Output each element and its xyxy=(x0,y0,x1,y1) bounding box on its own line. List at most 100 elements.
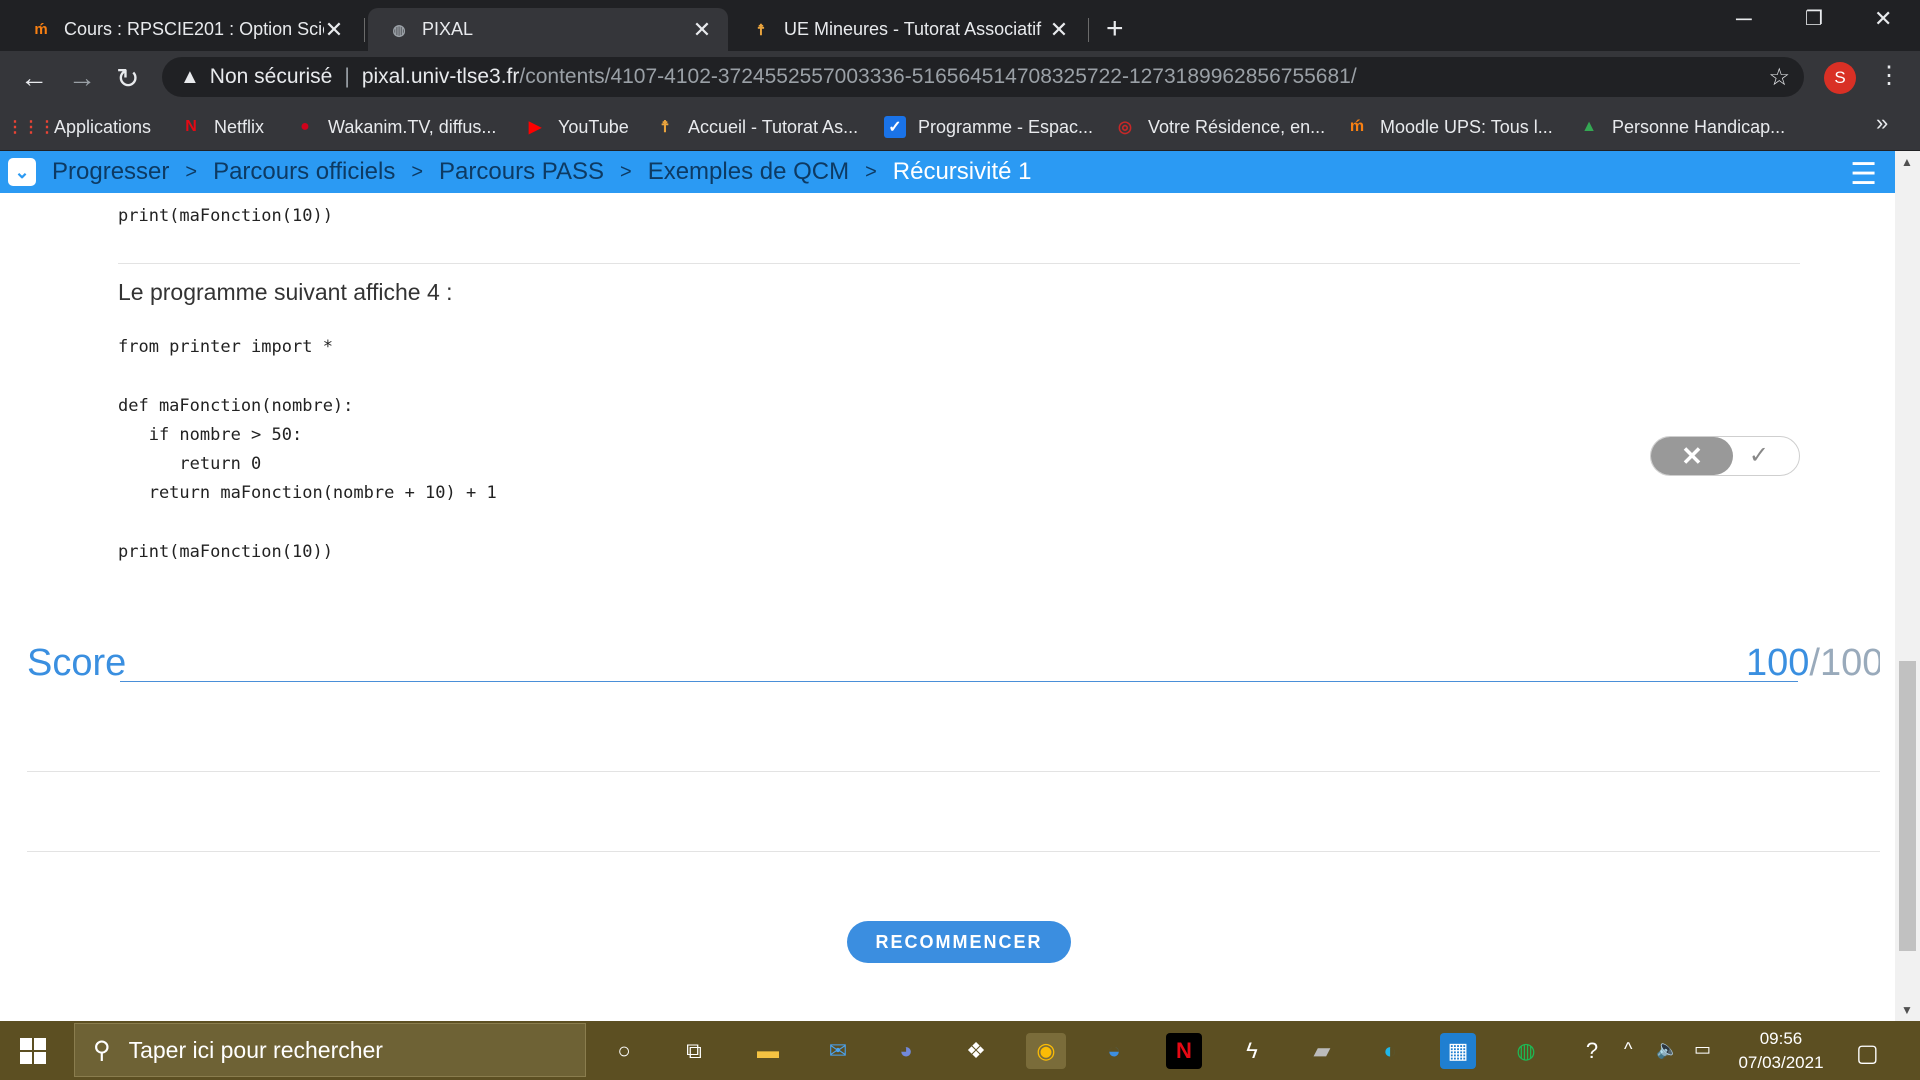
close-icon[interactable]: ✕ xyxy=(692,17,712,43)
scroll-down-icon[interactable]: ▼ xyxy=(1901,1003,1913,1017)
code-line: print(maFonction(10)) xyxy=(118,542,333,562)
profile-avatar[interactable]: S xyxy=(1824,62,1856,94)
breadcrumb-current: Récursivité 1 xyxy=(892,158,1032,185)
moodle-icon: ḿ xyxy=(34,21,48,38)
bookmark-star-icon[interactable]: ☆ xyxy=(1768,63,1790,92)
volume-icon[interactable]: 🔈 xyxy=(1656,1039,1678,1060)
bookmark-youtube[interactable]: ▶ YouTube xyxy=(524,114,629,140)
task-view-icon[interactable]: ⧉ xyxy=(676,1033,712,1069)
tab-title: PIXAL xyxy=(422,19,474,39)
apps-grid-icon: ⋮⋮⋮ xyxy=(7,119,55,136)
netflix-icon[interactable]: N xyxy=(1166,1033,1202,1069)
bookmark-label: Votre Résidence, en... xyxy=(1148,116,1326,137)
scrollbar[interactable]: ▲ ▼ xyxy=(1895,151,1920,1021)
breadcrumb-separator: > xyxy=(185,160,198,183)
youtube-icon: ▶ xyxy=(528,119,542,136)
toolbar: ← → ↻ ▲ Non sécurisé | pixal.univ-tlse3.… xyxy=(0,51,1920,104)
store-icon[interactable]: ▦ xyxy=(1440,1033,1476,1069)
bookmark-label: Personne Handicap... xyxy=(1612,116,1786,137)
system-clock[interactable]: 09:56 07/03/2021 xyxy=(1736,1027,1826,1075)
breadcrumb-separator: > xyxy=(865,160,877,183)
more-bookmarks-button[interactable]: » xyxy=(1876,110,1888,136)
tab-title: Cours : RPSCIE201 : Option Scien xyxy=(64,19,324,39)
bookmark-netflix[interactable]: N Netflix xyxy=(180,114,264,140)
bookmark-programme[interactable]: ✓ Programme - Espac... xyxy=(884,114,1093,140)
tab-divider xyxy=(364,18,365,42)
tutorat-icon: ☨ xyxy=(756,21,766,39)
bookmark-tutorat[interactable]: ☨ Accueil - Tutorat As... xyxy=(654,114,858,140)
new-tab-button[interactable]: + xyxy=(1106,12,1124,46)
tab-pixal[interactable]: ◍ PIXAL ✕ xyxy=(368,8,728,51)
close-icon[interactable]: ✕ xyxy=(1049,17,1069,43)
chrome-icon[interactable]: ◉ xyxy=(1026,1033,1066,1069)
edge-icon[interactable]: ◐ xyxy=(1372,1033,1408,1069)
code-line: from printer import * xyxy=(118,337,333,357)
file-explorer-icon[interactable]: ▬ xyxy=(750,1033,786,1069)
page-content: ⌄ Progresser > Parcours officiels > Parc… xyxy=(0,151,1920,1021)
reload-button[interactable]: ↻ xyxy=(116,62,139,95)
breadcrumb-item[interactable]: Parcours officiels xyxy=(213,158,395,186)
restart-button[interactable]: RECOMMENCER xyxy=(847,921,1071,963)
discord-icon[interactable]: ◕ xyxy=(888,1033,924,1069)
score-total: /100 xyxy=(1809,642,1880,684)
divider xyxy=(27,851,1880,852)
clock-date: 07/03/2021 xyxy=(1738,1053,1824,1072)
back-button[interactable]: ← xyxy=(20,62,48,94)
security-label[interactable]: Non sécurisé xyxy=(210,65,333,89)
windows-start-icon[interactable] xyxy=(20,1038,46,1064)
divider xyxy=(27,771,1880,772)
cortana-icon[interactable]: ○ xyxy=(606,1033,642,1069)
bookmark-residence[interactable]: ◎ Votre Résidence, en... xyxy=(1114,114,1325,140)
true-icon[interactable]: ✓ xyxy=(1749,441,1769,470)
sony-app-icon[interactable]: ϟ xyxy=(1234,1033,1270,1069)
true-false-toggle[interactable]: ✕ ✓ xyxy=(1650,436,1800,476)
drive-icon: ▲ xyxy=(1581,118,1597,135)
chevron-up-icon[interactable]: ^ xyxy=(1624,1039,1632,1060)
address-bar[interactable]: ▲ Non sécurisé | pixal.univ-tlse3.fr/con… xyxy=(162,57,1804,97)
battery-icon[interactable]: ▭ xyxy=(1694,1039,1711,1060)
bookmark-label: YouTube xyxy=(558,116,629,137)
bookmark-moodle[interactable]: ḿ Moodle UPS: Tous l... xyxy=(1346,114,1553,140)
mail-icon[interactable]: ✉ xyxy=(820,1033,856,1069)
code-line: return 0 xyxy=(118,454,262,474)
breadcrumb-separator: > xyxy=(620,160,632,183)
taskbar-search[interactable]: ⚲ Taper ici pour rechercher xyxy=(74,1023,586,1077)
tab-ue-mineures[interactable]: ☨ UE Mineures - Tutorat Associatif ✕ xyxy=(730,8,1085,51)
clock-time: 09:56 xyxy=(1759,1029,1803,1048)
search-icon: ⚲ xyxy=(93,1036,111,1064)
scroll-thumb[interactable] xyxy=(1899,661,1916,951)
minimize-button[interactable]: ─ xyxy=(1736,6,1752,32)
warning-icon[interactable]: ▲ xyxy=(180,66,200,89)
restore-button[interactable]: ❐ xyxy=(1805,6,1823,31)
help-icon[interactable]: ? xyxy=(1574,1033,1610,1069)
bookmark-label: Accueil - Tutorat As... xyxy=(688,116,859,137)
checkmark-icon: ✓ xyxy=(884,116,906,138)
tutorat-icon: ☨ xyxy=(660,119,670,136)
false-icon[interactable]: ✕ xyxy=(1651,437,1733,475)
close-window-button[interactable]: ✕ xyxy=(1874,6,1892,32)
breadcrumb-item[interactable]: Exemples de QCM xyxy=(648,158,849,186)
hamburger-menu-icon[interactable]: ☰ xyxy=(1850,157,1877,192)
bookmark-applications[interactable]: ⋮⋮⋮ Applications xyxy=(7,114,151,140)
close-icon[interactable]: ✕ xyxy=(324,17,344,43)
hard-drive-icon[interactable]: ▰ xyxy=(1304,1033,1340,1069)
scroll-up-icon[interactable]: ▲ xyxy=(1901,155,1913,169)
dropbox-icon[interactable]: ❖ xyxy=(958,1033,994,1069)
tab-title: UE Mineures - Tutorat Associatif xyxy=(784,19,1042,39)
breadcrumb-item[interactable]: Parcours PASS xyxy=(439,158,604,186)
url-separator: | xyxy=(344,65,350,88)
bookmark-handicap[interactable]: ▲ Personne Handicap... xyxy=(1578,114,1785,140)
bookmark-label: Moodle UPS: Tous l... xyxy=(1380,116,1553,137)
tab-cours[interactable]: ḿ Cours : RPSCIE201 : Option Scien ✕ xyxy=(10,8,360,51)
breadcrumb-separator: > xyxy=(411,160,424,183)
bookmark-label: Netflix xyxy=(214,116,265,137)
thunderbird-icon[interactable]: ◒ xyxy=(1096,1033,1132,1069)
forward-button[interactable]: → xyxy=(68,62,96,94)
wakanim-icon: ● xyxy=(300,118,310,135)
spotify-icon[interactable]: ◍ xyxy=(1508,1033,1544,1069)
notifications-icon[interactable]: ▢ xyxy=(1856,1039,1879,1068)
dropdown-chevron-icon[interactable]: ⌄ xyxy=(8,158,36,186)
bookmark-wakanim[interactable]: ● Wakanim.TV, diffus... xyxy=(294,114,496,140)
breadcrumb-item[interactable]: Progresser xyxy=(52,158,169,186)
browser-menu-icon[interactable]: ⋮ xyxy=(1877,61,1901,90)
